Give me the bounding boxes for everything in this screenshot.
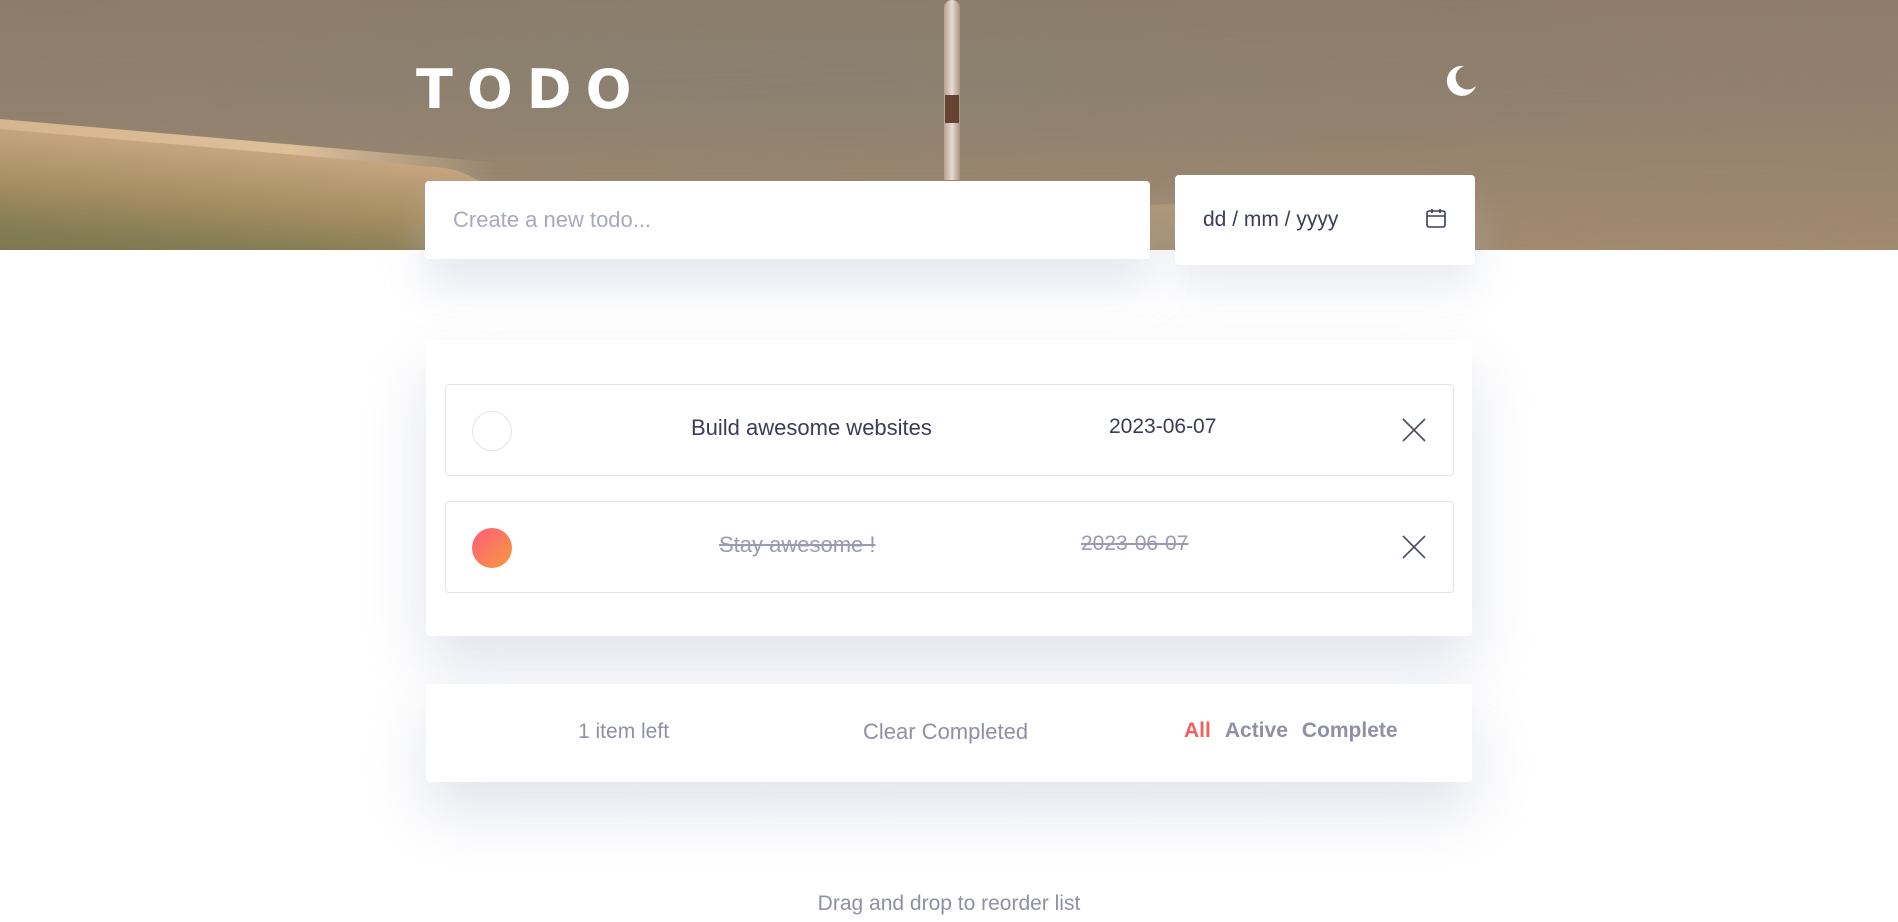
todo-item[interactable]: Build awesome websites 2023-06-07 — [445, 384, 1454, 476]
list-footer: 1 item left Clear Completed All Active C… — [426, 684, 1472, 782]
new-todo-input[interactable] — [453, 207, 1122, 233]
filter-complete[interactable]: Complete — [1302, 719, 1398, 743]
todo-list: Build awesome websites 2023-06-07 Stay a… — [426, 340, 1472, 636]
todo-date: 2023-06-07 — [1081, 532, 1189, 555]
filter-active[interactable]: Active — [1225, 719, 1288, 743]
todo-item-completed[interactable]: Stay awesome ! 2023-06-07 — [445, 501, 1454, 593]
todo-text: Stay awesome ! — [719, 532, 876, 557]
moon-icon — [1446, 65, 1476, 96]
complete-toggle[interactable] — [472, 411, 512, 451]
due-date-field[interactable]: dd / mm / yyyy — [1175, 175, 1475, 265]
app-title: TODO — [416, 58, 646, 121]
due-date-value: dd / mm / yyyy — [1203, 208, 1339, 231]
clear-completed-button[interactable]: Clear Completed — [863, 719, 1028, 745]
calendar-icon[interactable] — [1425, 207, 1447, 233]
complete-toggle[interactable] — [472, 528, 512, 568]
new-todo-box — [425, 181, 1150, 259]
reorder-hint: Drag and drop to reorder list — [817, 892, 1081, 915]
todo-app: TODO dd / mm / yyyy Build awesome websit… — [0, 0, 1898, 922]
items-left-count: 1 item left — [578, 720, 670, 743]
todo-text: Build awesome websites — [691, 415, 932, 440]
filter-tabs: All Active Complete — [1184, 719, 1398, 743]
theme-toggle-button[interactable] — [1444, 64, 1478, 98]
filter-all[interactable]: All — [1184, 719, 1211, 743]
todo-date: 2023-06-07 — [1109, 415, 1217, 438]
close-icon[interactable] — [1401, 534, 1427, 560]
close-icon[interactable] — [1401, 417, 1427, 443]
